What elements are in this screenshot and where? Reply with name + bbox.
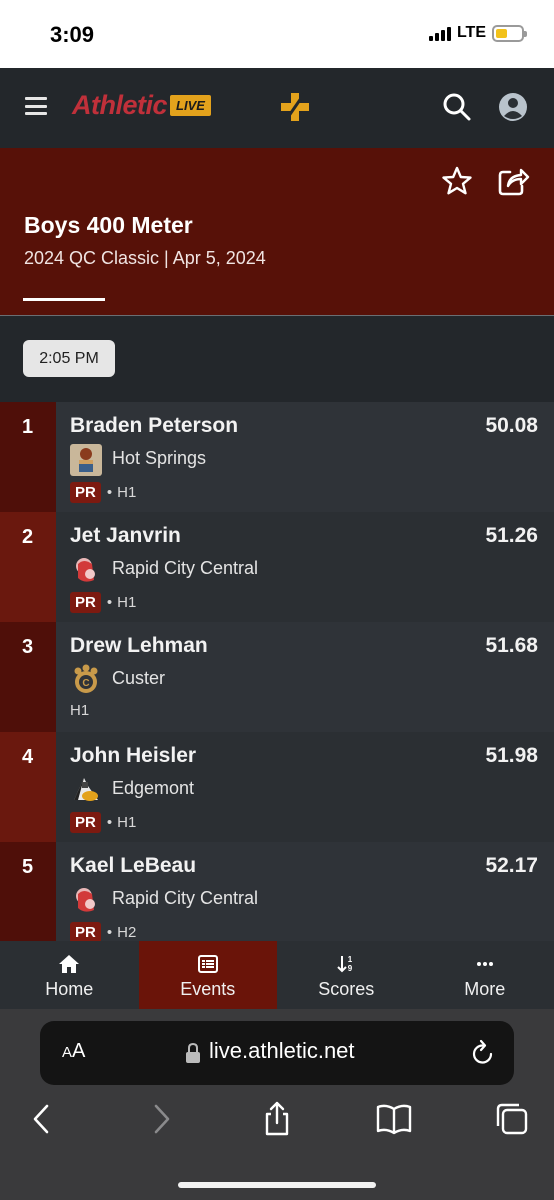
team-name[interactable]: Custer [112, 668, 165, 689]
reload-icon[interactable] [470, 1039, 496, 1067]
url-text[interactable]: live.athletic.net [209, 1038, 355, 1064]
heat-label: H1 [117, 594, 137, 611]
separator-dot: • [106, 484, 113, 501]
battery-icon [492, 24, 527, 42]
plus-logo-icon[interactable] [278, 90, 312, 124]
lock-icon [186, 1042, 200, 1063]
team-name[interactable]: Rapid City Central [112, 558, 258, 579]
svg-text:C: C [82, 678, 89, 689]
place-number: 3 [0, 622, 56, 732]
place-number: 5 [0, 842, 56, 941]
result-meta: PR • H2 [70, 922, 136, 941]
logo-text: Athletic [72, 90, 168, 120]
athlete-name[interactable]: Braden Peterson [70, 414, 238, 438]
heat-label: H1 [70, 702, 90, 719]
search-icon[interactable] [442, 92, 472, 122]
tab-more[interactable]: More [416, 941, 554, 1009]
result-row[interactable]: 3 Drew Lehman 51.68 C Custer H1 [0, 622, 554, 732]
account-icon[interactable] [498, 92, 528, 122]
home-icon [59, 955, 80, 973]
status-bar: 3:09 LTE [0, 0, 554, 68]
athlete-name[interactable]: John Heisler [70, 744, 196, 768]
place-number: 1 [0, 402, 56, 512]
athletic-live-logo[interactable]: Athletic LIVE [72, 90, 211, 121]
status-time: 3:09 [50, 22, 95, 47]
result-meta: PR • H1 [70, 592, 136, 613]
athlete-name[interactable]: Drew Lehman [70, 634, 208, 658]
result-mark: 50.08 [485, 414, 538, 437]
menu-icon[interactable] [25, 97, 47, 115]
app-header: Athletic LIVE [0, 68, 554, 148]
athlete-name[interactable]: Jet Janvrin [70, 524, 181, 548]
pr-badge: PR [70, 482, 101, 503]
result-mark: 51.98 [485, 744, 538, 767]
result-meta: PR • H1 [70, 812, 136, 833]
separator-dot: • [106, 594, 113, 611]
tabs-icon[interactable] [494, 1101, 530, 1137]
separator-dot: • [106, 814, 113, 831]
result-mark: 51.26 [485, 524, 538, 547]
tab-scores[interactable]: 1 9 Scores [277, 941, 416, 1009]
result-row[interactable]: 5 Kael LeBeau 52.17 Rapid City Central P… [0, 842, 554, 941]
result-row[interactable]: 2 Jet Janvrin 51.26 Rapid City Central P… [0, 512, 554, 622]
home-indicator [178, 1182, 376, 1188]
text-size-button[interactable]: AA [62, 1040, 85, 1063]
tab-label: Scores [318, 979, 375, 999]
status-indicators: LTE [428, 24, 527, 42]
heat-time-chip[interactable]: 2:05 PM [23, 340, 115, 377]
event-subtitle: 2024 QC Classic | Apr 5, 2024 [24, 248, 266, 268]
svg-text:1: 1 [348, 955, 353, 964]
event-banner: Boys 400 Meter 2024 QC Classic | Apr 5, … [0, 148, 554, 316]
network-label: LTE [456, 24, 486, 41]
heat-label: H1 [117, 484, 137, 501]
separator-dot: • [106, 924, 113, 941]
tab-label: Events [180, 979, 236, 999]
result-row[interactable]: 1 Braden Peterson 50.08 Hot Springs PR •… [0, 402, 554, 512]
forward-icon[interactable] [143, 1101, 179, 1137]
tab-home[interactable]: Home [0, 941, 139, 1009]
result-row[interactable]: 4 John Heisler 51.98 Edgemont PR • H1 [0, 732, 554, 842]
rapid-city-central-logo [76, 558, 95, 582]
hot-springs-logo [70, 444, 102, 476]
tab-underline [23, 298, 105, 301]
result-meta: PR • H1 [70, 482, 136, 503]
address-bar[interactable]: AA live.athletic.net [40, 1021, 514, 1085]
heat-label: H1 [117, 814, 137, 831]
athlete-name[interactable]: Kael LeBeau [70, 854, 196, 878]
pr-badge: PR [70, 922, 101, 941]
results-list: 1 Braden Peterson 50.08 Hot Springs PR •… [0, 402, 554, 941]
bookmarks-icon[interactable] [376, 1101, 412, 1137]
tab-label: More [464, 979, 506, 999]
heat-label: H2 [117, 924, 137, 941]
result-mark: 51.68 [485, 634, 538, 657]
rapid-city-central-logo [76, 888, 95, 912]
result-meta: H1 [70, 702, 89, 719]
bottom-tab-bar: Home Events 1 9 Scores More [0, 941, 554, 1009]
pr-badge: PR [70, 592, 101, 613]
favorite-star-icon[interactable] [442, 166, 472, 196]
browser-chrome: AA live.athletic.net [0, 1009, 554, 1200]
team-name[interactable]: Rapid City Central [112, 888, 258, 909]
custer-logo: C [74, 664, 98, 693]
more-icon [476, 962, 493, 966]
edgemont-logo [74, 778, 98, 801]
sort-icon: 1 9 [337, 955, 353, 973]
share-icon[interactable] [259, 1101, 295, 1137]
place-number: 2 [0, 512, 56, 622]
pr-badge: PR [70, 812, 101, 833]
tab-events[interactable]: Events [138, 941, 277, 1009]
tab-label: Home [45, 979, 94, 999]
team-name[interactable]: Hot Springs [112, 448, 206, 469]
browser-toolbar [0, 1101, 554, 1141]
place-number: 4 [0, 732, 56, 842]
team-name[interactable]: Edgemont [112, 778, 194, 799]
result-mark: 52.17 [485, 854, 538, 877]
logo-badge: LIVE [170, 95, 211, 116]
svg-text:9: 9 [348, 964, 353, 973]
share-icon[interactable] [496, 164, 530, 198]
back-icon[interactable] [24, 1101, 60, 1137]
event-title: Boys 400 Meter [24, 212, 193, 238]
signal-icon [428, 25, 451, 41]
list-icon [197, 955, 218, 973]
